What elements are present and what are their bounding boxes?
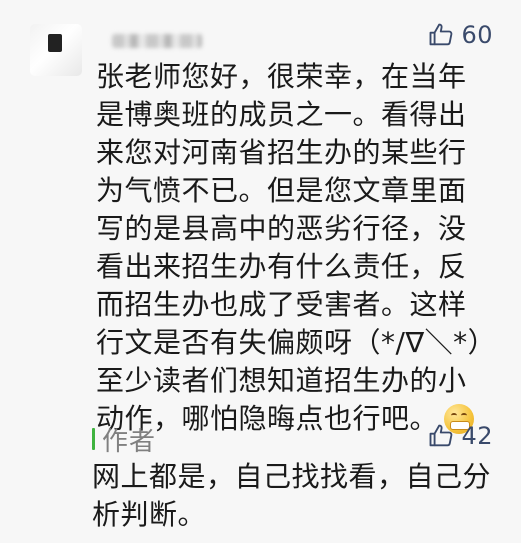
comment-text: 张老师您好，很荣幸，在当年是博奥班的成员之一。看得出来您对河南省招生办的某些行为…	[96, 60, 483, 435]
avatar-image	[48, 34, 62, 52]
reply-like-button[interactable]: 42	[427, 422, 493, 450]
reply-like-count: 42	[461, 422, 493, 450]
author-reply-indicator	[92, 428, 95, 450]
comment-body: 张老师您好，很荣幸，在当年是博奥班的成员之一。看得出来您对河南省招生办的某些行为…	[96, 58, 491, 438]
nickname-blurred	[112, 34, 202, 48]
thumbs-up-icon	[427, 21, 455, 49]
author-label: 作者	[102, 427, 157, 457]
avatar[interactable]	[30, 24, 82, 76]
comment-like-count: 60	[461, 21, 493, 49]
comment-like-button[interactable]: 60	[427, 21, 493, 49]
thumbs-up-icon	[427, 422, 455, 450]
reply-body: 网上都是，自己找找看，自己分析判断。	[92, 460, 492, 531]
